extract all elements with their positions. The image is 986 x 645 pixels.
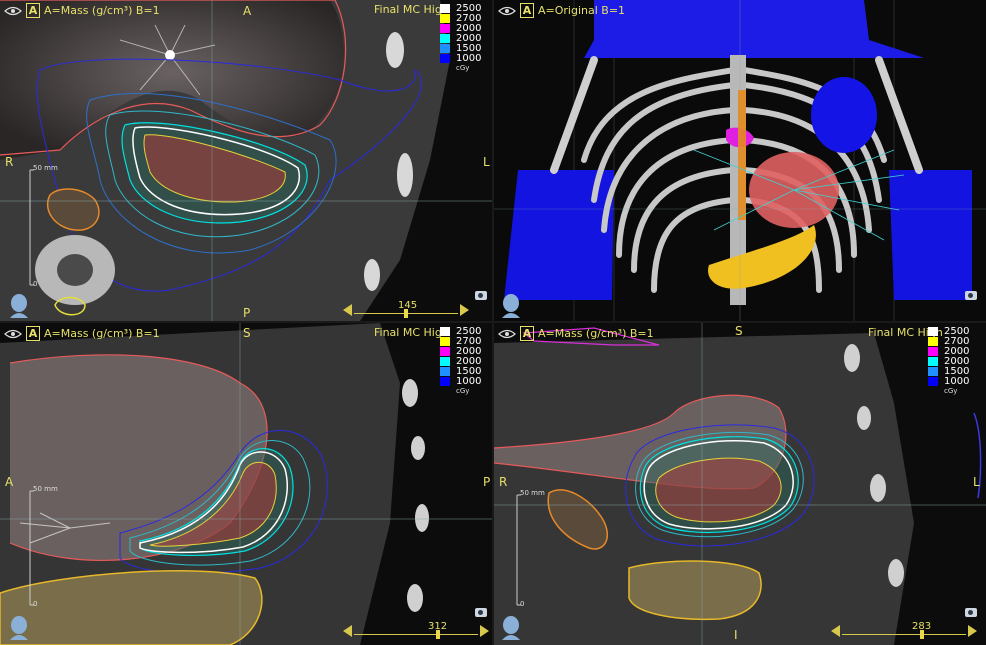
eye-icon[interactable] [4, 6, 22, 16]
slice-prev-button[interactable] [343, 303, 352, 316]
orient-top: S [243, 326, 251, 340]
slice-prev-button[interactable] [831, 624, 840, 637]
slice-prev-button[interactable] [343, 624, 352, 637]
sagittal-dose-legend: 2500 2700 2000 2000 1500 1000 cGy [440, 326, 492, 395]
axial-dose-legend: 2500 2700 2000 2000 1500 1000 cGy [440, 3, 492, 72]
head-icon[interactable] [8, 292, 30, 318]
coronal-header: A A=Mass (g/cm³) B=1 [498, 326, 654, 341]
viewport-grid: A A=Mass (g/cm³) B=1 Final MC High 2500 … [0, 0, 986, 645]
camera-icon[interactable] [965, 608, 977, 617]
layer-a-badge[interactable]: A [26, 3, 40, 18]
axial-header-text: A=Mass (g/cm³) B=1 [44, 4, 160, 17]
slice-next-button[interactable] [460, 303, 469, 316]
coronal-header-text: A=Mass (g/cm³) B=1 [538, 327, 654, 340]
orient-top: A [243, 4, 252, 18]
camera-icon[interactable] [965, 291, 977, 300]
render3d-image [494, 0, 986, 321]
orient-bottom: P [243, 306, 251, 320]
layer-a-badge[interactable]: A [26, 326, 40, 341]
scale-zero: 0 [33, 280, 38, 288]
render3d-header-text: A=Original B=1 [538, 4, 626, 17]
orient-right: L [483, 155, 490, 169]
axial-slice-slider[interactable]: 145 [343, 300, 469, 318]
slice-next-button[interactable] [968, 624, 977, 637]
sagittal-slice-slider[interactable]: 312 [343, 621, 489, 639]
scale-zero: 0 [33, 600, 38, 608]
eye-icon[interactable] [4, 329, 22, 339]
orient-bottom: I [734, 628, 738, 642]
coronal-image [494, 323, 986, 645]
head-icon[interactable] [500, 614, 522, 640]
camera-icon[interactable] [475, 291, 487, 300]
coronal-viewport[interactable]: A A=Mass (g/cm³) B=1 Final MC High 2500 … [494, 323, 986, 645]
head-icon[interactable] [8, 614, 30, 640]
axial-header: A A=Mass (g/cm³) B=1 [4, 3, 160, 18]
sagittal-header: A A=Mass (g/cm³) B=1 [4, 326, 160, 341]
layer-a-badge[interactable]: A [520, 326, 534, 341]
orient-right: P [483, 475, 491, 489]
scale-label: 50 mm [520, 489, 545, 497]
eye-icon[interactable] [498, 6, 516, 16]
sagittal-header-text: A=Mass (g/cm³) B=1 [44, 327, 160, 340]
orient-top: S [735, 324, 743, 338]
axial-dose-title: Final MC High [374, 3, 449, 16]
head-icon[interactable] [500, 292, 522, 318]
axial-image [0, 0, 492, 321]
slice-number: 283 [912, 621, 932, 632]
orient-left: A [5, 475, 14, 489]
scale-label: 50 mm [33, 164, 58, 172]
eye-icon[interactable] [498, 329, 516, 339]
render3d-header: A A=Original B=1 [498, 3, 625, 18]
sagittal-viewport[interactable]: A A=Mass (g/cm³) B=1 Final MC High 2500 … [0, 323, 492, 645]
orient-left: R [5, 155, 14, 169]
sagittal-image [0, 323, 492, 645]
slice-next-button[interactable] [480, 624, 489, 637]
scale-label: 50 mm [33, 485, 58, 493]
slice-number: 312 [428, 621, 448, 632]
layer-a-badge[interactable]: A [520, 3, 534, 18]
coronal-slice-slider[interactable]: 283 [831, 621, 977, 639]
scale-zero: 0 [520, 600, 525, 608]
axial-viewport[interactable]: A A=Mass (g/cm³) B=1 Final MC High 2500 … [0, 0, 492, 321]
coronal-dose-legend: 2500 2700 2000 2000 1500 1000 cGy [928, 326, 982, 395]
camera-icon[interactable] [475, 608, 487, 617]
sagittal-dose-title: Final MC High [374, 326, 449, 339]
render3d-viewport[interactable]: A A=Original B=1 [494, 0, 986, 321]
orient-left: R [499, 475, 508, 489]
orient-right: L [973, 475, 980, 489]
slice-number: 145 [398, 300, 418, 311]
